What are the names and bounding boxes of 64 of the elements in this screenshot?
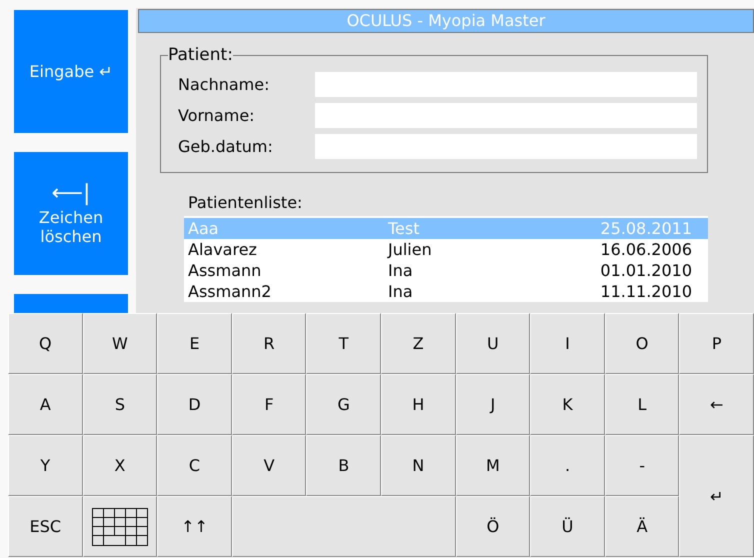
grid-icon	[92, 508, 148, 546]
key[interactable]: Y	[8, 435, 83, 496]
key[interactable]: G	[306, 374, 381, 435]
window-title: OCULUS - Myopia Master	[138, 9, 754, 33]
last-name: Aaa	[188, 218, 220, 239]
key[interactable]: C	[157, 435, 232, 496]
patient-row[interactable]: Assmann2 Ina 11.11.2010	[184, 281, 708, 302]
field-label: Vorname:	[178, 106, 256, 125]
shift-key[interactable]: ↑↑	[157, 496, 232, 557]
key[interactable]: .	[530, 435, 605, 496]
last-name: Assmann2	[188, 281, 272, 302]
birth-date: 25.08.2011	[600, 218, 692, 239]
key[interactable]: Ö	[456, 496, 530, 557]
key[interactable]: I	[530, 313, 605, 374]
group-legend: Patient:	[168, 45, 233, 65]
key[interactable]: Ä	[604, 496, 680, 557]
space-key[interactable]	[232, 496, 456, 557]
key[interactable]: X	[82, 435, 158, 496]
birth-date: 16.06.2006	[600, 239, 692, 260]
key[interactable]: M	[456, 435, 530, 496]
key[interactable]: R	[232, 313, 306, 374]
key[interactable]: O	[604, 313, 680, 374]
first-name: Ina	[388, 281, 414, 302]
key[interactable]: U	[456, 313, 530, 374]
field-label: Nachname:	[178, 75, 270, 94]
first-name: Julien	[388, 239, 433, 260]
enter-button[interactable]: Eingabe ↵	[14, 10, 128, 133]
field-label: Geb.datum:	[178, 137, 274, 156]
last-name: Alavarez	[188, 239, 258, 260]
key[interactable]: B	[306, 435, 381, 496]
key[interactable]: Ü	[530, 496, 605, 557]
key[interactable]: D	[157, 374, 232, 435]
backspace-key[interactable]: ←	[679, 374, 754, 435]
patient-row[interactable]: Alavarez Julien 16.06.2006	[184, 239, 708, 260]
list-title: Patientenliste:	[188, 193, 304, 212]
delete-char-button[interactable]: ⟵| Zeichen löschen	[14, 152, 128, 275]
key[interactable]: Z	[380, 313, 456, 374]
key[interactable]: K	[530, 374, 605, 435]
key[interactable]: -	[604, 435, 680, 496]
patient-row[interactable]: Assmann Ina 01.01.2010	[184, 260, 708, 281]
key[interactable]: H	[380, 374, 456, 435]
input-field[interactable]	[315, 72, 697, 97]
key[interactable]: T	[306, 313, 381, 374]
key[interactable]: ESC	[8, 496, 83, 557]
key[interactable]: F	[232, 374, 306, 435]
key[interactable]: N	[380, 435, 456, 496]
key[interactable]: V	[232, 435, 306, 496]
last-name: Assmann	[188, 260, 262, 281]
layout-key[interactable]	[82, 496, 158, 557]
key[interactable]: P	[679, 313, 754, 374]
input-field[interactable]	[315, 134, 697, 159]
birth-date: 01.01.2010	[600, 260, 692, 281]
first-name: Ina	[388, 260, 414, 281]
key[interactable]: A	[8, 374, 83, 435]
birth-date: 11.11.2010	[600, 281, 692, 302]
key[interactable]: L	[604, 374, 680, 435]
key[interactable]: S	[82, 374, 158, 435]
enter-key[interactable]: ↵	[679, 435, 754, 557]
input-field[interactable]	[315, 103, 697, 128]
key[interactable]: J	[456, 374, 530, 435]
key[interactable]: E	[157, 313, 232, 374]
key[interactable]: W	[82, 313, 158, 374]
first-name: Test	[388, 218, 421, 239]
key[interactable]: Q	[8, 313, 83, 374]
